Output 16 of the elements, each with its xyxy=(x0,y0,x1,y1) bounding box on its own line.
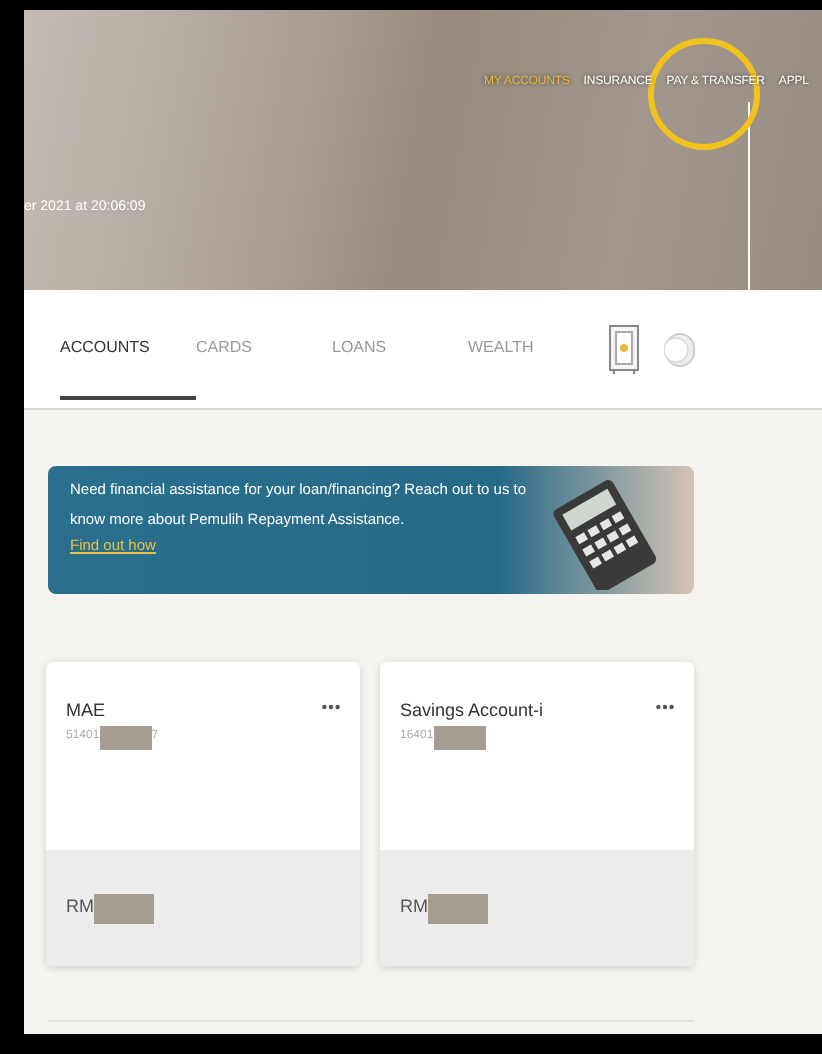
tab[interactable]: WEALTH xyxy=(468,299,604,399)
redaction-block xyxy=(99,725,152,749)
balance-currency: RM xyxy=(66,894,94,921)
redaction-block xyxy=(94,893,154,923)
tab[interactable]: ACCOUNTS xyxy=(60,299,196,399)
balance-currency: RM xyxy=(400,894,428,921)
safe-icon[interactable] xyxy=(608,323,640,375)
more-icon[interactable] xyxy=(656,704,674,711)
tab[interactable]: CARDS xyxy=(196,299,332,399)
tab[interactable]: LOANS xyxy=(332,299,468,399)
redaction-block xyxy=(428,893,488,923)
account-name: Savings Account-i xyxy=(400,698,544,724)
more-icon[interactable] xyxy=(322,704,340,711)
redaction-block xyxy=(433,725,486,749)
account-name: MAE xyxy=(66,698,106,724)
toggle-icon[interactable] xyxy=(664,331,696,367)
